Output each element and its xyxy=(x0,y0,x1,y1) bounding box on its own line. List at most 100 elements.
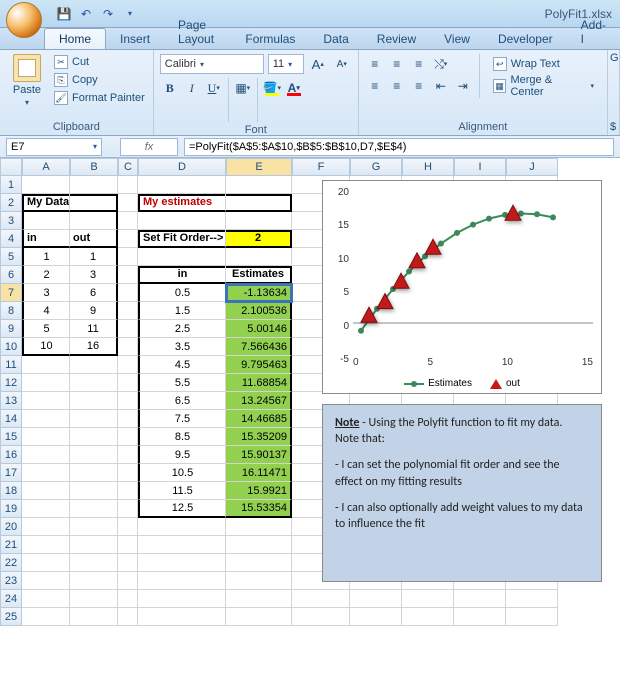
cell-B6[interactable]: 3 xyxy=(70,266,118,284)
cell-B4[interactable]: out xyxy=(70,230,118,248)
cell-J25[interactable] xyxy=(506,608,558,626)
font-size-combo[interactable]: 11▾ xyxy=(268,54,304,74)
align-top-button[interactable]: ≡ xyxy=(365,54,385,74)
cell-B2[interactable] xyxy=(70,194,118,212)
cell-B12[interactable] xyxy=(70,374,118,392)
cell-C10[interactable] xyxy=(118,338,138,356)
cell-E22[interactable] xyxy=(226,554,292,572)
cell-E16[interactable]: 15.90137 xyxy=(226,446,292,464)
cell-D16[interactable]: 9.5 xyxy=(138,446,226,464)
tab-developer[interactable]: Developer xyxy=(484,29,567,49)
cell-A16[interactable] xyxy=(22,446,70,464)
cell-H25[interactable] xyxy=(402,608,454,626)
cell-A22[interactable] xyxy=(22,554,70,572)
row-header-10[interactable]: 10 xyxy=(0,338,22,356)
cell-E11[interactable]: 9.795463 xyxy=(226,356,292,374)
cell-C19[interactable] xyxy=(118,500,138,518)
cell-D25[interactable] xyxy=(138,608,226,626)
increase-indent-button[interactable]: ⇥ xyxy=(453,76,473,96)
fx-label[interactable]: fx xyxy=(120,138,178,156)
cell-D10[interactable]: 3.5 xyxy=(138,338,226,356)
row-header-23[interactable]: 23 xyxy=(0,572,22,590)
cell-D24[interactable] xyxy=(138,590,226,608)
cell-C1[interactable] xyxy=(118,176,138,194)
cell-B15[interactable] xyxy=(70,428,118,446)
align-bottom-button[interactable]: ≡ xyxy=(409,54,429,74)
cell-B9[interactable]: 11 xyxy=(70,320,118,338)
cell-E13[interactable]: 13.24567 xyxy=(226,392,292,410)
cell-F25[interactable] xyxy=(292,608,350,626)
cell-D5[interactable] xyxy=(138,248,226,266)
row-header-21[interactable]: 21 xyxy=(0,536,22,554)
align-center-button[interactable]: ≡ xyxy=(387,76,407,96)
cell-A10[interactable]: 10 xyxy=(22,338,70,356)
cell-E2[interactable] xyxy=(226,194,292,212)
col-header-J[interactable]: J xyxy=(506,158,558,176)
cell-F24[interactable] xyxy=(292,590,350,608)
save-icon[interactable]: 💾 xyxy=(56,6,72,22)
cell-A2[interactable]: My Data xyxy=(22,194,70,212)
cell-A21[interactable] xyxy=(22,536,70,554)
row-header-19[interactable]: 19 xyxy=(0,500,22,518)
italic-button[interactable]: I xyxy=(182,78,202,98)
cell-B11[interactable] xyxy=(70,356,118,374)
cell-A5[interactable]: 1 xyxy=(22,248,70,266)
row-header-7[interactable]: 7 xyxy=(0,284,22,302)
cell-I25[interactable] xyxy=(454,608,506,626)
cell-E4[interactable]: 2 xyxy=(226,230,292,248)
align-left-button[interactable]: ≡ xyxy=(365,76,385,96)
col-header-A[interactable]: A xyxy=(22,158,70,176)
cell-D14[interactable]: 7.5 xyxy=(138,410,226,428)
cell-D20[interactable] xyxy=(138,518,226,536)
cell-E6[interactable]: Estimates xyxy=(226,266,292,284)
col-header-C[interactable]: C xyxy=(118,158,138,176)
cell-D18[interactable]: 11.5 xyxy=(138,482,226,500)
font-name-combo[interactable]: Calibri▾ xyxy=(160,54,264,74)
cell-B13[interactable] xyxy=(70,392,118,410)
qat-dropdown-icon[interactable]: ▾ xyxy=(122,6,138,22)
cell-A17[interactable] xyxy=(22,464,70,482)
cell-B5[interactable]: 1 xyxy=(70,248,118,266)
cell-E18[interactable]: 15.9921 xyxy=(226,482,292,500)
worksheet[interactable]: ABCDEFGHIJ12My DataMy estimates34inoutSe… xyxy=(0,158,620,674)
col-header-E[interactable]: E xyxy=(226,158,292,176)
row-header-6[interactable]: 6 xyxy=(0,266,22,284)
cell-D21[interactable] xyxy=(138,536,226,554)
cell-G25[interactable] xyxy=(350,608,402,626)
undo-icon[interactable]: ↶ xyxy=(78,6,94,22)
cell-A12[interactable] xyxy=(22,374,70,392)
col-header-D[interactable]: D xyxy=(138,158,226,176)
cell-B7[interactable]: 6 xyxy=(70,284,118,302)
paste-button[interactable]: Paste ▾ xyxy=(6,54,48,119)
cell-A19[interactable] xyxy=(22,500,70,518)
tab-add-i[interactable]: Add-I xyxy=(567,15,620,49)
row-header-5[interactable]: 5 xyxy=(0,248,22,266)
cell-B16[interactable] xyxy=(70,446,118,464)
col-header-F[interactable]: F xyxy=(292,158,350,176)
row-header-24[interactable]: 24 xyxy=(0,590,22,608)
cell-E5[interactable] xyxy=(226,248,292,266)
cell-C14[interactable] xyxy=(118,410,138,428)
cell-A4[interactable]: in xyxy=(22,230,70,248)
tab-formulas[interactable]: Formulas xyxy=(231,29,309,49)
row-header-20[interactable]: 20 xyxy=(0,518,22,536)
tab-view[interactable]: View xyxy=(430,29,484,49)
tab-review[interactable]: Review xyxy=(363,29,430,49)
redo-icon[interactable]: ↷ xyxy=(100,6,116,22)
tab-insert[interactable]: Insert xyxy=(106,29,164,49)
cell-D6[interactable]: in xyxy=(138,266,226,284)
cell-C2[interactable] xyxy=(118,194,138,212)
shrink-font-button[interactable]: A▾ xyxy=(332,54,352,74)
cell-C5[interactable] xyxy=(118,248,138,266)
align-right-button[interactable]: ≡ xyxy=(409,76,429,96)
row-header-4[interactable]: 4 xyxy=(0,230,22,248)
cell-D4[interactable]: Set Fit Order--> xyxy=(138,230,226,248)
cell-E7[interactable]: -1.13634 xyxy=(226,284,292,302)
row-header-8[interactable]: 8 xyxy=(0,302,22,320)
cell-C3[interactable] xyxy=(118,212,138,230)
cell-A23[interactable] xyxy=(22,572,70,590)
tab-data[interactable]: Data xyxy=(309,29,362,49)
tab-page-layout[interactable]: Page Layout xyxy=(164,15,231,49)
tab-home[interactable]: Home xyxy=(44,28,106,49)
row-header-13[interactable]: 13 xyxy=(0,392,22,410)
